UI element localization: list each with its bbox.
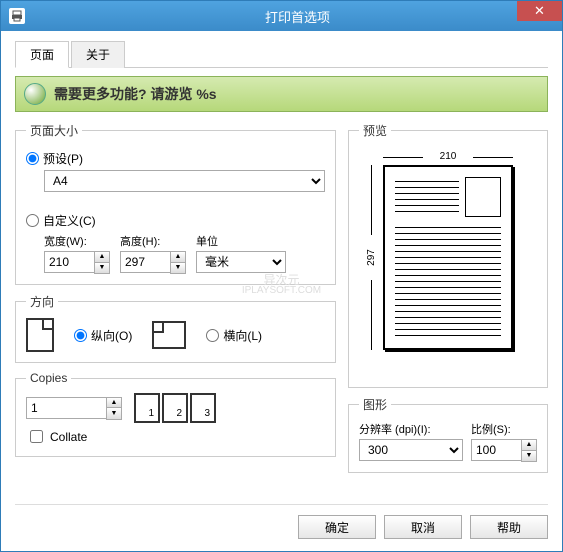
height-spinner[interactable]: ▲▼ <box>120 251 186 274</box>
spin-down[interactable]: ▼ <box>522 451 536 462</box>
feature-banner[interactable]: 需要更多功能? 请游览 %s <box>15 76 548 112</box>
dialog-body: 页面 关于 异次元 IPLAYSOFT.COM 需要更多功能? 请游览 %s 页… <box>1 31 562 551</box>
portrait-icon <box>26 318 54 352</box>
scale-spinner[interactable]: ▲▼ <box>471 439 537 462</box>
window-title: 打印首选项 <box>33 7 562 26</box>
spin-down[interactable]: ▼ <box>171 263 185 274</box>
spin-up[interactable]: ▲ <box>171 252 185 263</box>
copies-group: Copies ▲▼ 1 2 3 <box>15 371 336 457</box>
dpi-select[interactable]: 300 <box>359 439 463 461</box>
scale-input[interactable] <box>471 439 521 461</box>
help-button[interactable]: 帮助 <box>470 515 548 539</box>
preset-radio-input[interactable] <box>26 152 39 165</box>
unit-select[interactable]: 毫米 <box>196 251 286 273</box>
titlebar: 打印首选项 ✕ <box>1 1 562 31</box>
banner-text: 需要更多功能? 请游览 %s <box>54 84 217 104</box>
preview-sheet <box>383 165 513 350</box>
portrait-radio[interactable]: 纵向(O) <box>74 327 132 344</box>
page-size-legend: 页面大小 <box>26 122 82 139</box>
print-preferences-window: 打印首选项 ✕ 页面 关于 异次元 IPLAYSOFT.COM 需要更多功能? … <box>0 0 563 552</box>
landscape-icon <box>152 321 186 349</box>
orientation-group: 方向 纵向(O) 横向(L) <box>15 293 336 363</box>
preview-legend: 预览 <box>359 122 391 139</box>
width-field: 宽度(W): ▲▼ <box>44 233 110 274</box>
cancel-button[interactable]: 取消 <box>384 515 462 539</box>
copy-page-icon: 3 <box>190 393 216 423</box>
height-field: 高度(H): ▲▼ <box>120 233 186 274</box>
preview-height-dim: 297 <box>363 165 379 350</box>
copies-spinner[interactable]: ▲▼ <box>26 397 122 420</box>
orientation-legend: 方向 <box>26 293 58 310</box>
width-spinner[interactable]: ▲▼ <box>44 251 110 274</box>
tab-bar: 页面 关于 <box>15 41 548 68</box>
custom-radio-input[interactable] <box>26 214 39 227</box>
page-preview: 210 297 <box>363 147 533 377</box>
custom-radio[interactable]: 自定义(C) <box>26 212 325 229</box>
preview-group: 预览 210 297 <box>348 122 548 388</box>
width-input[interactable] <box>44 251 94 273</box>
dpi-field: 分辨率 (dpi)(I): 300 <box>359 421 463 462</box>
copies-input[interactable] <box>26 397 106 419</box>
spin-down[interactable]: ▼ <box>107 408 121 419</box>
preset-select[interactable]: A4 <box>44 170 325 192</box>
tab-page[interactable]: 页面 <box>15 41 69 68</box>
close-button[interactable]: ✕ <box>517 1 562 21</box>
copy-page-icon: 2 <box>162 393 188 423</box>
spin-up[interactable]: ▲ <box>522 440 536 451</box>
collate-label: Collate <box>50 430 87 444</box>
unit-field: 单位 毫米 <box>196 233 286 274</box>
spin-up[interactable]: ▲ <box>95 252 109 263</box>
graphics-legend: 图形 <box>359 396 391 413</box>
preview-width-dim: 210 <box>383 151 513 162</box>
spin-up[interactable]: ▲ <box>107 398 121 409</box>
swirl-icon <box>24 83 46 105</box>
graphics-group: 图形 分辨率 (dpi)(I): 300 比例(S): <box>348 396 548 473</box>
copy-page-icon: 1 <box>134 393 160 423</box>
tab-about[interactable]: 关于 <box>71 41 125 68</box>
height-input[interactable] <box>120 251 170 273</box>
printer-icon <box>9 8 25 24</box>
ok-button[interactable]: 确定 <box>298 515 376 539</box>
dialog-footer: 确定 取消 帮助 <box>15 504 548 539</box>
copies-legend: Copies <box>26 371 71 385</box>
copies-icons: 1 2 3 <box>134 393 216 423</box>
page-size-group: 页面大小 预设(P) A4 自定义(C) <box>15 122 336 285</box>
scale-field: 比例(S): ▲▼ <box>471 421 537 462</box>
collate-checkbox[interactable] <box>30 430 43 443</box>
spin-down[interactable]: ▼ <box>95 263 109 274</box>
landscape-radio[interactable]: 横向(L) <box>206 327 262 344</box>
content-area: 异次元 IPLAYSOFT.COM 需要更多功能? 请游览 %s 页面大小 预设… <box>15 76 548 494</box>
preview-thumb <box>465 177 501 217</box>
preset-radio[interactable]: 预设(P) <box>26 150 325 167</box>
